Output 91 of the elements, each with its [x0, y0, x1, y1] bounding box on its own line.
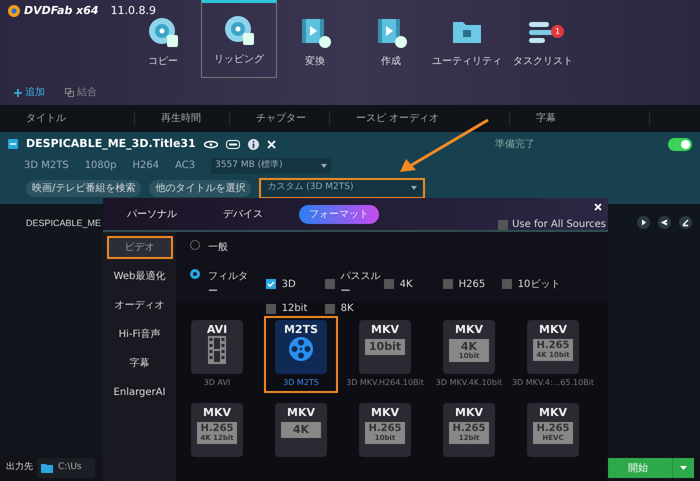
- checkbox-label: Use for All Sources: [512, 218, 606, 232]
- nav-tab[interactable]: 変換: [277, 14, 353, 78]
- checkbox[interactable]: [324, 304, 335, 314]
- sidebar-item[interactable]: Hi-Fi音声: [106, 323, 172, 346]
- checkbox-label: 8K: [340, 302, 354, 316]
- nav-tab[interactable]: 作成: [353, 14, 429, 78]
- format-name: MKV: [539, 323, 567, 336]
- column-header: チャプター: [230, 111, 330, 126]
- close-icon[interactable]: [266, 140, 276, 149]
- disc-icon: [223, 14, 255, 46]
- format-name: MKV: [371, 406, 399, 419]
- sidebar-item[interactable]: EnlargerAI: [106, 381, 172, 404]
- format-name: M2TS: [284, 323, 318, 336]
- caret-icon: [680, 466, 687, 470]
- checkbox-label: 4K: [400, 278, 413, 292]
- caret-icon: [411, 186, 418, 190]
- format-name: MKV: [203, 406, 231, 419]
- output-label: 出力先: [6, 461, 33, 474]
- column-header: タイトル: [0, 111, 135, 126]
- format-tile[interactable]: M2TS 3D M2TS: [264, 316, 338, 393]
- action-button[interactable]: 追加: [14, 85, 45, 100]
- column-header: ースピ オーディオ: [330, 111, 510, 126]
- play-icon[interactable]: [637, 216, 650, 229]
- edit-icon[interactable]: [679, 216, 692, 229]
- checkbox-label: パススルー: [340, 270, 382, 299]
- spec-text: H264: [132, 159, 160, 173]
- checkbox-label: 3D: [282, 278, 296, 292]
- radio-button[interactable]: [190, 269, 200, 279]
- format-tile[interactable]: MKV 10bit 3D MKV.H264.10Bit: [348, 316, 422, 393]
- checkbox[interactable]: [502, 279, 512, 289]
- minus-box-icon: [8, 139, 18, 150]
- title-button[interactable]: 映画/テレビ番組を検索: [26, 180, 142, 196]
- checkbox-label: 10ビット: [518, 278, 560, 292]
- notification-badge: 1: [551, 25, 564, 38]
- format-name: MKV: [455, 323, 483, 336]
- info-icon: [248, 138, 259, 150]
- enable-toggle[interactable]: [668, 138, 692, 151]
- checkbox[interactable]: [384, 279, 394, 289]
- format-name: MKV: [539, 406, 567, 419]
- film-icon: [299, 16, 331, 48]
- column-header: 再生時間: [135, 111, 230, 126]
- nav-tab[interactable]: リッピング: [201, 0, 277, 78]
- title-name: DESPICABLE_ME_3D.Title31: [26, 136, 196, 152]
- app-name: DVDFab x64: [24, 3, 99, 19]
- film-reel-icon: [288, 336, 314, 362]
- dialog-tab[interactable]: フォーマット: [299, 204, 379, 224]
- checkbox-label: H265: [458, 278, 486, 292]
- title-button[interactable]: 他のタイトルを選択: [149, 180, 252, 196]
- format-name: AVI: [206, 323, 228, 336]
- spec-text: 3D M2TS: [24, 159, 69, 173]
- caret-icon: [321, 164, 328, 168]
- sidebar-item[interactable]: Web最適化: [106, 265, 172, 288]
- format-name: MKV: [287, 406, 315, 419]
- format-badge: 4K: [281, 422, 321, 438]
- nav-tab[interactable]: ユーティリティ: [429, 14, 505, 78]
- checkbox[interactable]: [266, 279, 276, 289]
- sidebar-item[interactable]: オーディオ: [106, 294, 172, 317]
- size-dropdown[interactable]: 3557 MB (標準): [211, 158, 332, 174]
- spec-text: 1080p: [84, 159, 116, 173]
- dialog-tab[interactable]: パーソナル: [117, 204, 187, 224]
- checkbox[interactable]: [324, 279, 335, 289]
- title-name: DESPICABLE_ME: [26, 218, 102, 228]
- checkbox[interactable]: [266, 304, 276, 314]
- checkbox-label: 12bit: [282, 302, 308, 316]
- format-name: MKV: [455, 406, 483, 419]
- format-badge: 10bit: [365, 339, 405, 355]
- checkbox[interactable]: [498, 220, 508, 230]
- close-icon[interactable]: [594, 203, 602, 211]
- sidebar-item[interactable]: ビデオ: [106, 236, 172, 259]
- radio-label: フィルター: [208, 270, 249, 299]
- format-tile[interactable]: AVI 3D AVI: [180, 316, 254, 393]
- radio-label: 一般: [208, 241, 228, 255]
- film-icon: [375, 16, 407, 48]
- spec-text: AC3: [175, 159, 196, 173]
- disc-icon: [147, 16, 179, 48]
- folder-icon: [41, 463, 53, 473]
- profile-dropdown[interactable]: カスタム (3D M2TS): [259, 178, 426, 198]
- app-logo-icon: [8, 5, 20, 18]
- sidebar-item[interactable]: 字幕: [106, 352, 172, 375]
- merge-icon: [65, 88, 74, 97]
- checkbox[interactable]: [442, 279, 453, 289]
- format-name: MKV: [371, 323, 399, 336]
- check-icon: [266, 281, 275, 287]
- plus-icon: [14, 88, 22, 96]
- dialog-tab[interactable]: デバイス: [213, 204, 273, 224]
- column-header: 字幕: [510, 111, 650, 126]
- status-text: 準備完了: [495, 138, 535, 152]
- output-path-field[interactable]: C:\Us: [37, 458, 95, 478]
- radio-button[interactable]: [190, 240, 200, 250]
- nav-tab[interactable]: タスクリスト 1: [505, 14, 581, 78]
- film-strip-icon: [208, 336, 226, 364]
